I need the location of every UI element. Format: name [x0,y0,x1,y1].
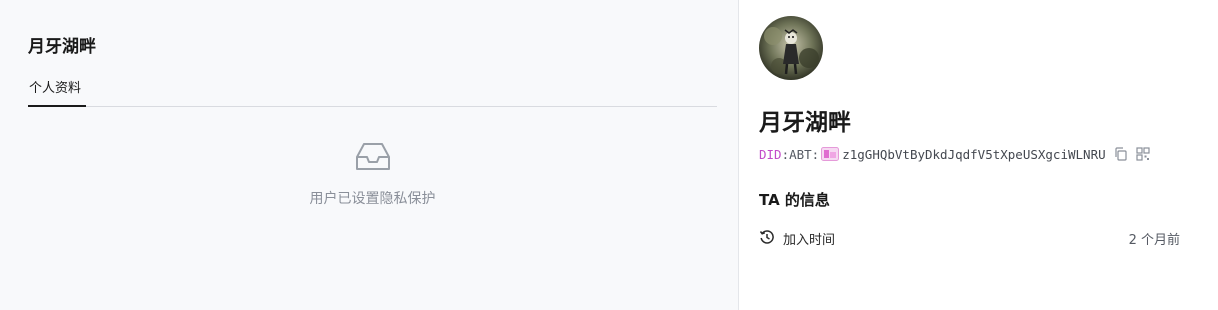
copy-icon[interactable] [1114,147,1128,161]
did-address[interactable]: z1gGHQbVtByDkdJqdfV5tXpeUSXgciWLNRU [842,147,1105,162]
did-prefix: DID [759,146,782,162]
page-title: 月牙湖畔 [28,37,96,57]
did-logo-icon [821,147,840,161]
empty-state-text: 用户已设置隐私保护 [309,191,436,207]
did-chain: :ABT: [781,146,820,162]
info-value: 2 个月前 [1128,233,1180,248]
profile-sidebar: 月牙湖畔 DID :ABT: z1gGHQbVtByDkdJqdfV5tXpeU… [739,0,1218,310]
history-clock-icon [759,230,774,244]
qr-code-icon[interactable] [1136,147,1150,161]
info-label: 加入时间 [783,233,836,248]
info-section-title: TA 的信息 [759,191,830,209]
tab-bar: 个人资料 [28,66,717,107]
main-panel: 月牙湖畔 个人资料 用户已设置隐私保护 [0,0,738,310]
did-address-row: DID :ABT: z1gGHQbVtByDkdJqdfV5tXpeUSXgci… [759,145,1150,163]
tab-profile[interactable]: 个人资料 [28,77,86,107]
profile-name: 月牙湖畔 [759,110,851,136]
inbox-icon [356,143,390,170]
info-row-join-time: 加入时间 2 个月前 [759,228,1180,248]
avatar[interactable] [759,16,823,80]
